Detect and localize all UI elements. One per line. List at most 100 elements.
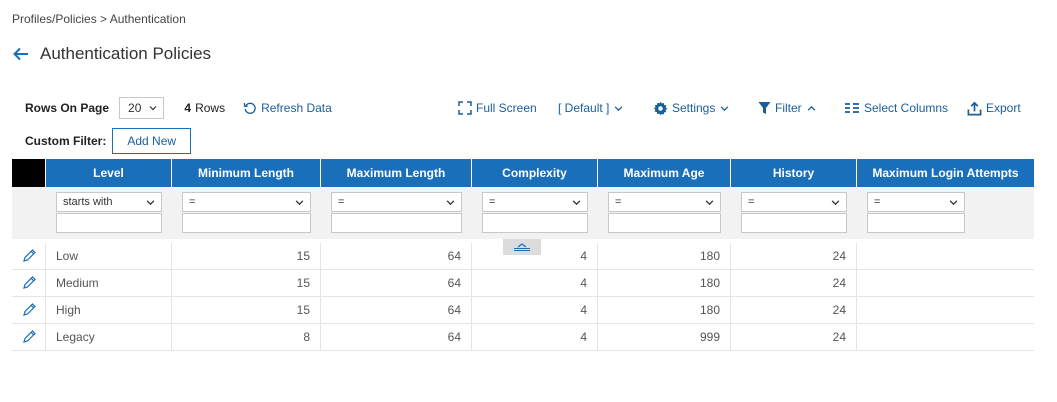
- row-count: 4: [184, 101, 192, 115]
- full-screen-label: Full Screen: [476, 101, 537, 115]
- pencil-icon: [22, 303, 36, 316]
- full-screen-button[interactable]: Full Screen: [458, 97, 537, 119]
- pencil-icon: [22, 249, 36, 262]
- collapse-icon: [514, 243, 530, 251]
- table-header-row: Level Minimum Length Maximum Length Comp…: [12, 159, 1034, 187]
- edit-row-button[interactable]: [12, 324, 46, 350]
- custom-filter: Custom Filter: Add New: [25, 128, 192, 154]
- cell-maximum-length: 64: [321, 324, 472, 350]
- cell-minimum-length: 8: [172, 324, 321, 350]
- cell-maximum-length: 64: [321, 270, 472, 296]
- cell-minimum-length: 15: [172, 243, 321, 269]
- refresh-data-button[interactable]: Refresh Data: [243, 101, 332, 115]
- cell-maximum-login-attempts: [857, 297, 1034, 323]
- edit-row-button[interactable]: [12, 297, 46, 323]
- filter-value-input[interactable]: [331, 213, 462, 233]
- filter-operator-select[interactable]: =: [608, 192, 721, 212]
- filter-cell-maximum-length: =: [321, 187, 472, 239]
- filter-operator-select[interactable]: =: [741, 192, 847, 212]
- column-header-maximum-login-attempts[interactable]: Maximum Login Attempts: [857, 159, 1034, 187]
- pencil-icon: [22, 330, 36, 343]
- cell-maximum-age: 180: [598, 243, 731, 269]
- filter-operator-value: =: [489, 196, 496, 208]
- column-header-complexity[interactable]: Complexity: [472, 159, 598, 187]
- edit-row-button[interactable]: [12, 243, 46, 269]
- filter-cell-actions: [12, 187, 46, 239]
- filter-value-input[interactable]: [56, 213, 162, 233]
- custom-filter-label: Custom Filter:: [25, 134, 107, 148]
- back-arrow-icon[interactable]: [12, 45, 30, 63]
- cell-complexity: 4: [472, 270, 598, 296]
- chevron-down-icon: [721, 105, 729, 111]
- filter-operator-value: starts with: [63, 196, 113, 208]
- cell-complexity: 4: [472, 297, 598, 323]
- chevron-down-icon: [705, 199, 714, 205]
- filter-value-input[interactable]: [482, 213, 588, 233]
- cell-maximum-age: 999: [598, 324, 731, 350]
- table-row: High 15 64 4 180 24: [12, 297, 1034, 324]
- cell-maximum-age: 180: [598, 297, 731, 323]
- column-header-maximum-age[interactable]: Maximum Age: [598, 159, 731, 187]
- filter-operator-value: =: [748, 196, 755, 208]
- full-screen-icon: [458, 101, 472, 115]
- filter-operator-select[interactable]: =: [331, 192, 462, 212]
- cell-minimum-length: 15: [172, 297, 321, 323]
- export-icon: [967, 101, 982, 115]
- filter-value-input[interactable]: [182, 213, 311, 233]
- filter-operator-select[interactable]: =: [182, 192, 311, 212]
- chevron-up-icon: [807, 105, 816, 111]
- filter-value-input[interactable]: [741, 213, 847, 233]
- filter-button[interactable]: Filter: [758, 97, 816, 119]
- settings-button[interactable]: Settings: [653, 97, 729, 119]
- columns-icon: [845, 103, 859, 113]
- chevron-down-icon: [831, 199, 840, 205]
- column-header-level[interactable]: Level: [46, 159, 172, 187]
- title-row: Authentication Policies: [12, 44, 211, 64]
- cell-maximum-length: 64: [321, 243, 472, 269]
- filter-cell-history: =: [731, 187, 857, 239]
- column-header-maximum-length[interactable]: Maximum Length: [321, 159, 472, 187]
- rows-on-page-select[interactable]: 20: [119, 97, 165, 119]
- filter-operator-select[interactable]: starts with: [56, 192, 162, 212]
- column-header-history[interactable]: History: [731, 159, 857, 187]
- cell-maximum-length: 64: [321, 297, 472, 323]
- filter-icon: [758, 102, 771, 114]
- select-columns-button[interactable]: Select Columns: [844, 97, 948, 119]
- collapse-filter-toggle[interactable]: [503, 239, 541, 255]
- filter-cell-complexity: =: [472, 187, 598, 239]
- chevron-down-icon: [949, 199, 958, 205]
- row-count-label: Rows: [195, 101, 226, 115]
- cell-maximum-login-attempts: [857, 243, 1034, 269]
- breadcrumb[interactable]: Profiles/Policies > Authentication: [12, 12, 186, 26]
- table-body: Low 15 64 4 180 24 Medium 15 64 4 180 24…: [12, 243, 1034, 351]
- edit-row-button[interactable]: [12, 270, 46, 296]
- cell-history: 24: [731, 270, 857, 296]
- column-header-minimum-length[interactable]: Minimum Length: [172, 159, 321, 187]
- rows-on-page-label: Rows On Page: [25, 101, 110, 115]
- add-new-filter-button[interactable]: Add New: [112, 128, 192, 154]
- view-select[interactable]: [ Default ]: [558, 97, 623, 119]
- filter-row: starts with = = = = = =: [12, 187, 1034, 239]
- cell-complexity: 4: [472, 324, 598, 350]
- filter-value-input[interactable]: [608, 213, 721, 233]
- filter-cell-level: starts with: [46, 187, 172, 239]
- export-label: Export: [986, 101, 1021, 115]
- pencil-icon: [22, 276, 36, 289]
- filter-operator-value: =: [189, 196, 196, 208]
- refresh-icon: [243, 102, 256, 114]
- filter-operator-select[interactable]: =: [867, 192, 965, 212]
- cell-history: 24: [731, 243, 857, 269]
- rows-on-page-value: 20: [128, 101, 142, 115]
- cell-minimum-length: 15: [172, 270, 321, 296]
- chevron-down-icon: [615, 105, 623, 111]
- filter-cell-minimum-length: =: [172, 187, 321, 239]
- policies-table: Level Minimum Length Maximum Length Comp…: [12, 159, 1034, 351]
- export-button[interactable]: Export: [967, 97, 1021, 119]
- cell-level: Legacy: [46, 324, 172, 350]
- filter-value-input[interactable]: [867, 213, 965, 233]
- filter-operator-select[interactable]: =: [482, 192, 588, 212]
- chevron-down-icon: [572, 199, 581, 205]
- chevron-down-icon: [149, 106, 157, 111]
- view-label: [ Default ]: [558, 101, 610, 115]
- cell-maximum-login-attempts: [857, 270, 1034, 296]
